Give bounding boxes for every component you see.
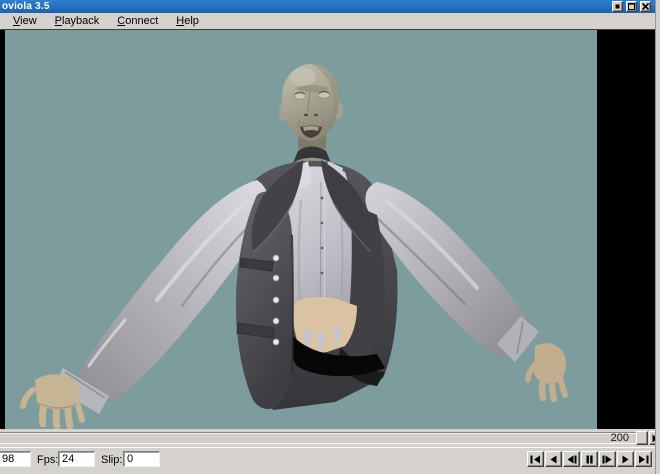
fps-label: Fps: [37, 454, 58, 466]
pause-icon [584, 455, 595, 464]
menu-item-playback[interactable]: Playback [49, 14, 106, 28]
step-backward-icon [566, 455, 577, 464]
video-viewport [0, 30, 656, 429]
step-forward-button[interactable] [599, 451, 616, 467]
close-icon [641, 2, 650, 11]
slip-input[interactable] [123, 451, 160, 467]
timeline-track[interactable] [0, 432, 648, 444]
timeline-end-label: 200 [611, 432, 629, 444]
play-backward-icon [548, 455, 559, 464]
menu-item-connect[interactable]: Connect [111, 14, 164, 28]
3d-character-figure [5, 30, 597, 429]
timeline-row: 200 [0, 429, 656, 447]
go-to-last-frame-button[interactable] [635, 451, 652, 467]
menu-bar: View Playback Connect Help [0, 13, 660, 30]
first-frame-icon [530, 455, 541, 464]
pause-button[interactable] [581, 451, 598, 467]
minimize-icon [613, 2, 622, 11]
go-to-first-frame-button[interactable] [527, 451, 544, 467]
step-backward-button[interactable] [563, 451, 580, 467]
play-backward-button[interactable] [545, 451, 562, 467]
maximize-icon [627, 2, 636, 11]
window-right-border [655, 0, 660, 474]
maximize-button[interactable] [626, 1, 637, 12]
slip-label: Slip: [101, 454, 122, 466]
character-head [279, 64, 343, 140]
status-bar: Fps: Slip: [0, 447, 660, 474]
minimize-button[interactable] [612, 1, 623, 12]
transport-controls [527, 451, 653, 467]
frame-input[interactable] [0, 451, 31, 467]
title-bar[interactable]: oviola 3.5 [0, 0, 660, 13]
play-forward-button[interactable] [617, 451, 634, 467]
close-button[interactable] [640, 1, 651, 12]
app-window: oviola 3.5 View Playback Connect Help [0, 0, 660, 474]
video-frame [5, 30, 597, 429]
timeline-thumb[interactable] [636, 431, 648, 445]
fps-input[interactable] [58, 451, 95, 467]
window-title: oviola 3.5 [2, 0, 50, 13]
menu-item-view[interactable]: View [7, 14, 43, 28]
step-forward-icon [602, 455, 613, 464]
menu-item-help[interactable]: Help [170, 14, 205, 28]
last-frame-icon [638, 455, 649, 464]
play-forward-icon [620, 455, 631, 464]
